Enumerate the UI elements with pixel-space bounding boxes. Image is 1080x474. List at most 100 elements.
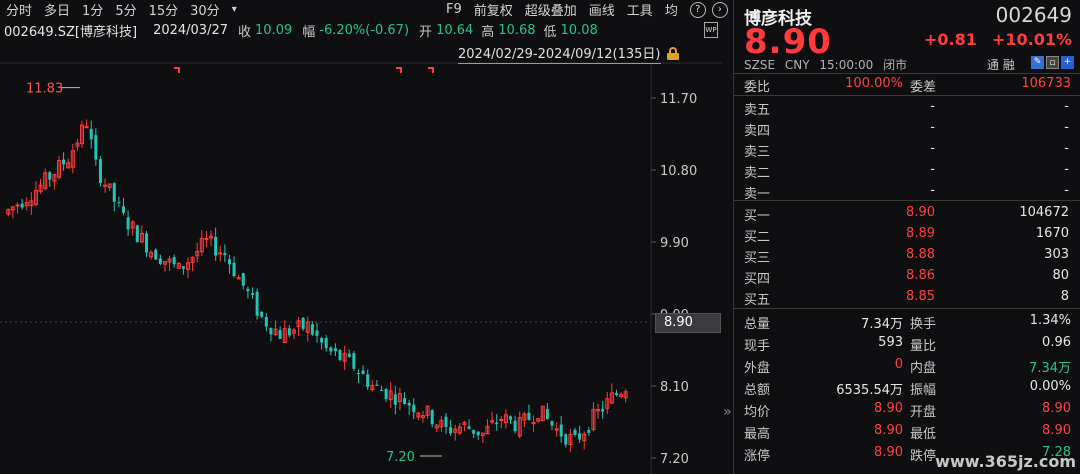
date-range-text[interactable]: 2024/02/29-2024/09/12(135日) <box>458 43 661 64</box>
ask-volume: - <box>1064 99 1069 114</box>
period-tab-fenshi[interactable]: 分时 <box>0 0 38 19</box>
bid-label: 买五 <box>744 293 771 308</box>
bid-row[interactable]: 买五 8.85 8 <box>734 287 1080 308</box>
question-circle-icon[interactable]: ? <box>689 1 706 18</box>
candle-body <box>347 353 351 357</box>
close-value: 10.09 <box>255 22 293 38</box>
bid-row[interactable]: 买四 8.86 80 <box>734 266 1080 287</box>
bid-row[interactable]: 买二 8.89 1670 <box>734 224 1080 245</box>
candle-body <box>20 203 24 208</box>
ask-label: 卖三 <box>744 145 771 160</box>
period-tab-1min[interactable]: 1分 <box>76 0 109 19</box>
candle-body <box>578 433 582 440</box>
ask-row[interactable]: 卖四 - - <box>734 118 1080 139</box>
candle-body <box>333 348 337 352</box>
currency-label: CNY <box>784 58 810 72</box>
stat-value: 7.34万 <box>861 317 903 332</box>
candle-body <box>172 257 176 265</box>
ma-button[interactable]: 均 <box>659 0 684 19</box>
stat-label: 均价 <box>744 405 771 420</box>
pencil-icon[interactable]: ✎ <box>1031 56 1044 69</box>
candle-body <box>587 430 591 433</box>
ask-volume: - <box>1064 141 1069 156</box>
candle-body <box>324 338 328 349</box>
chevron-right-icon[interactable]: › <box>711 1 728 18</box>
collapse-arrow-icon[interactable]: » <box>723 404 732 420</box>
stat-label: 现手 <box>744 339 771 354</box>
stat-label: 开盘 <box>910 405 937 420</box>
candle-body <box>232 262 236 277</box>
plus-icon[interactable]: + <box>1061 56 1074 69</box>
event-marker-icon[interactable] <box>396 67 402 73</box>
stats-row: 均价 8.90 开盘 8.90 <box>734 399 1080 420</box>
candle-body <box>513 420 517 432</box>
candle-body <box>154 249 158 260</box>
lock-icon[interactable] <box>666 46 679 60</box>
stat-value: 8.90 <box>874 401 903 416</box>
stat-value: 0 <box>894 357 903 372</box>
tools-button[interactable]: 工具 <box>621 0 659 19</box>
change-value: -6.20%(-0.67) <box>319 22 410 38</box>
bid-row[interactable]: 买三 8.88 303 <box>734 245 1080 266</box>
period-tab-15min[interactable]: 15分 <box>143 0 185 19</box>
weibi-label: 委比 <box>744 80 771 95</box>
date-range[interactable]: 2024/02/29-2024/09/12(135日) <box>458 43 679 64</box>
ask-price: - <box>930 162 935 177</box>
candle-body <box>375 384 379 386</box>
event-marker-icon[interactable] <box>174 67 180 73</box>
f9-button[interactable]: F9 <box>440 2 468 17</box>
period-tab-5min[interactable]: 5分 <box>109 0 142 19</box>
ask-row[interactable]: 卖二 - - <box>734 160 1080 181</box>
candle-body <box>204 237 209 240</box>
candlestick-chart[interactable]: 11.7010.809.909.008.107.2011.837.20 <box>0 0 722 474</box>
period-tab-duori[interactable]: 多日 <box>38 0 76 19</box>
stat-label: 量比 <box>910 339 937 354</box>
stat-label: 总额 <box>744 383 771 398</box>
bid-volume: 1670 <box>1035 226 1069 241</box>
wp-icon[interactable]: WP <box>704 22 718 38</box>
candle-body <box>126 217 130 230</box>
stat-label: 最低 <box>910 427 937 442</box>
event-marker-icon[interactable] <box>428 67 434 73</box>
ask-row[interactable]: 卖三 - - <box>734 139 1080 160</box>
stat-label: 最高 <box>744 427 771 442</box>
adjust-button[interactable]: 前复权 <box>468 0 519 19</box>
candle-body <box>476 431 480 436</box>
stat-value: 6535.54万 <box>836 383 903 398</box>
change-label: 幅 <box>302 24 316 40</box>
y-tick-label: 7.20 <box>660 452 689 467</box>
candle-body <box>246 288 250 292</box>
candle-body <box>214 236 218 256</box>
overlay-button[interactable]: 超级叠加 <box>519 0 583 19</box>
min-price-label: 7.20 <box>386 450 415 465</box>
bid-price: 8.88 <box>906 247 935 262</box>
candle-body <box>98 159 102 184</box>
ask-price: - <box>930 141 935 156</box>
symbol-label: 002649.SZ[博彦科技] <box>4 24 138 40</box>
candle-body <box>329 347 333 352</box>
ask-price: - <box>930 99 935 114</box>
minimize-icon[interactable]: ▫ <box>1046 56 1059 69</box>
stat-value: 7.34万 <box>1029 361 1071 376</box>
y-tick-label: 11.70 <box>660 92 697 107</box>
candle-body <box>250 293 254 295</box>
candle-body <box>158 258 162 264</box>
period-tab-30min[interactable]: 30分 <box>184 0 226 19</box>
ask-row[interactable]: 卖一 - - <box>734 181 1080 202</box>
candle-body <box>545 408 549 419</box>
y-tick-label: 8.10 <box>660 380 689 395</box>
candle-body <box>509 416 513 420</box>
stat-value: 8.90 <box>1042 423 1071 438</box>
candle-body <box>264 316 268 327</box>
period-dropdown-icon[interactable]: ▾ <box>226 4 243 15</box>
ask-row[interactable]: 卖五 - - <box>734 97 1080 118</box>
bid-volume: 80 <box>1052 268 1069 283</box>
max-price-label: 11.83 <box>26 82 63 97</box>
candle-body <box>320 338 324 343</box>
kline-panel[interactable]: 11.7010.809.909.008.107.2011.837.20 分时 多… <box>0 0 728 474</box>
candle-body <box>531 422 536 425</box>
candle-body <box>356 373 360 375</box>
bid-row[interactable]: 买一 8.90 104672 <box>734 203 1080 224</box>
draw-line-button[interactable]: 画线 <box>583 0 621 19</box>
open-label: 开 <box>419 24 433 40</box>
